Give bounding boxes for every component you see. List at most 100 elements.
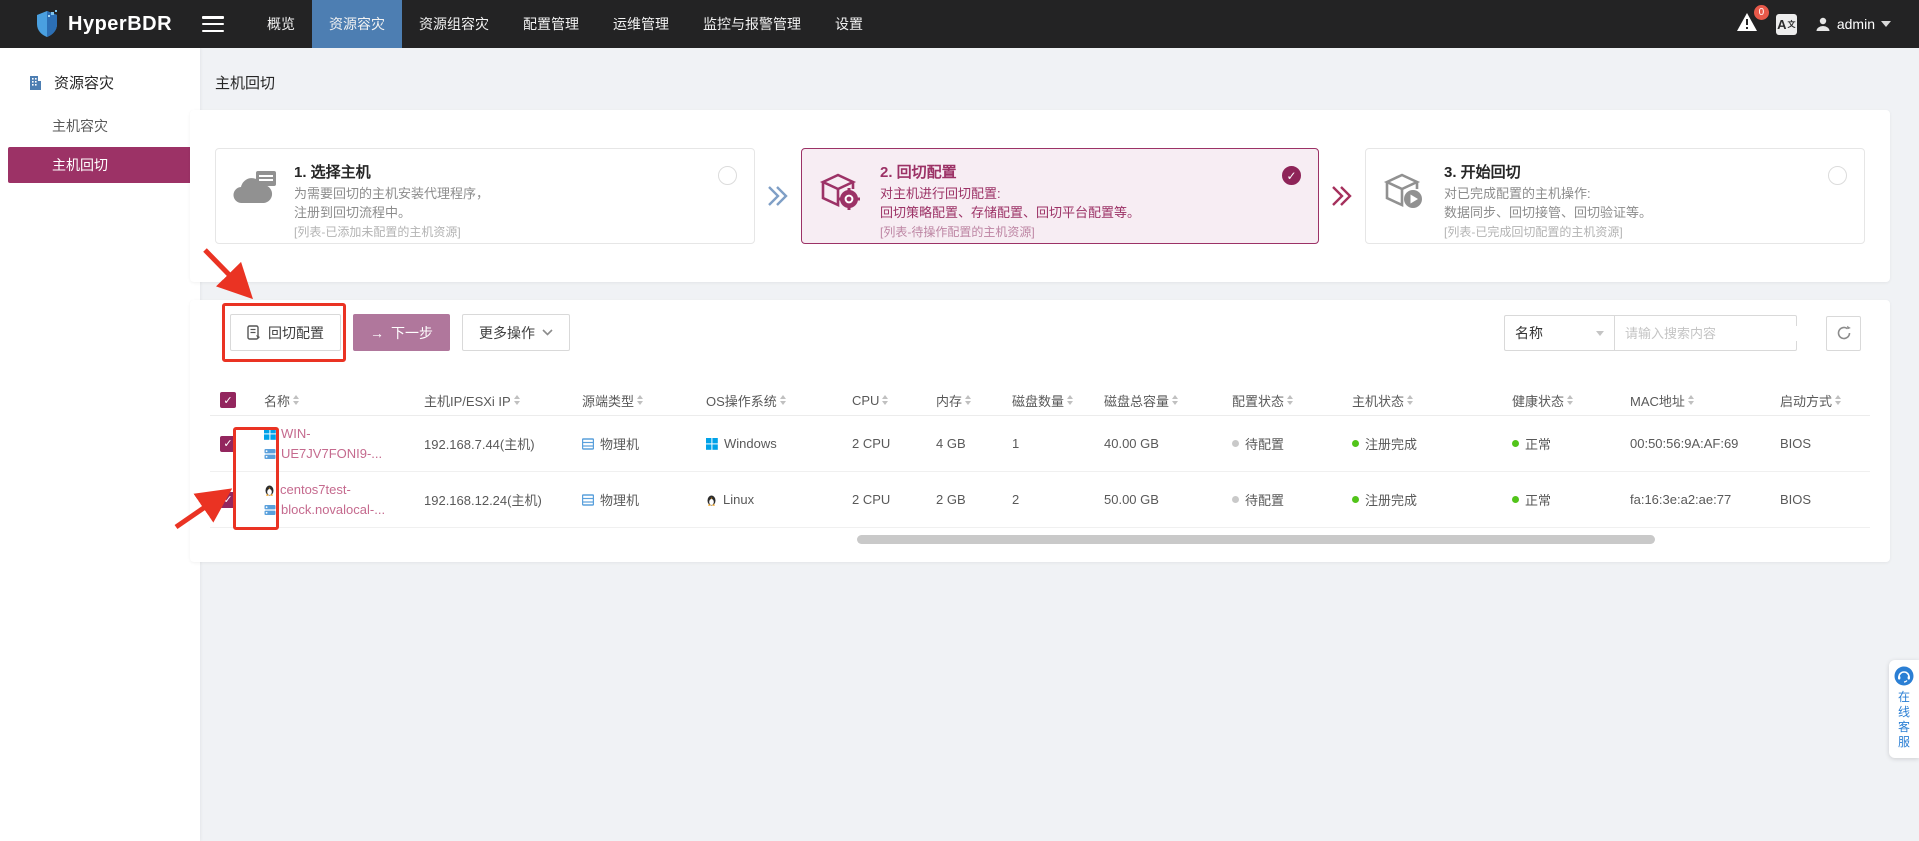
linux-icon [265, 485, 274, 496]
host-ip: 192.168.12.24(主机) [424, 493, 542, 508]
step1-desc-line2: 注册到回切流程中。 [294, 205, 412, 220]
col-boot-mode: 启动方式 [1780, 393, 1833, 409]
disk-total: 50.00 GB [1104, 492, 1159, 507]
sort-icon[interactable] [1407, 395, 1414, 405]
user-caret-icon [1881, 21, 1891, 27]
language-switch-icon[interactable]: A文 [1775, 13, 1797, 35]
failback-config-button[interactable]: 回切配置 [230, 314, 341, 351]
main-nav: 概览 资源容灾 资源组容灾 配置管理 运维管理 监控与报警管理 设置 [250, 0, 880, 48]
select-caret-icon [1596, 330, 1604, 336]
host-table: ✓ 名称 主机IP/ESXi IP 源端类型 OS操作系统 CPU 内存 磁盘数… [210, 385, 1870, 528]
cpu: 2 CPU [852, 492, 891, 507]
cpu: 2 CPU [852, 436, 891, 451]
sort-icon[interactable] [513, 395, 520, 405]
online-service-widget[interactable]: 在线客服 [1889, 660, 1919, 758]
linux-icon [707, 495, 716, 506]
step-card-failback-config[interactable]: 2. 回切配置 对主机进行回切配置: 回切策略配置、存储配置、回切平台配置等。 … [801, 148, 1319, 244]
box-play-icon [1383, 173, 1422, 208]
customer-service-icon [1894, 666, 1914, 686]
menu-toggle-icon[interactable] [202, 16, 225, 32]
horizontal-scrollbar[interactable] [857, 535, 1655, 544]
next-step-button[interactable]: → 下一步 [353, 314, 450, 351]
boot-mode: BIOS [1780, 436, 1812, 451]
search-box [1614, 315, 1801, 351]
nav-item-config-mgmt[interactable]: 配置管理 [506, 0, 596, 48]
host-name-link[interactable]: WIN- [281, 426, 311, 441]
nav-item-overview[interactable]: 概览 [250, 0, 312, 48]
nav-item-ops-mgmt[interactable]: 运维管理 [596, 0, 686, 48]
user-icon [1816, 17, 1830, 31]
col-disk-count: 磁盘数量 [1012, 393, 1065, 409]
table-row-win-host[interactable]: ✓ WIN- UE7JV7FONI9-... 192.168.7.44(主机) … [210, 416, 1870, 472]
col-name: 名称 [264, 393, 291, 409]
status-dot-green [1512, 496, 1519, 503]
sidebar-item-host-dr[interactable]: 主机容灾 [0, 107, 200, 145]
sort-icon[interactable] [965, 395, 972, 405]
nav-item-settings[interactable]: 设置 [818, 0, 880, 48]
os-name: Windows [724, 436, 777, 451]
host-rack-icon [264, 504, 276, 515]
physical-machine-icon [582, 493, 594, 506]
select-all-checkbox[interactable]: ✓ [220, 392, 236, 408]
refresh-button[interactable] [1826, 315, 1861, 351]
host-name-link2[interactable]: UE7JV7FONI9-... [281, 446, 382, 461]
sort-icon[interactable] [1687, 395, 1694, 405]
host-ip: 192.168.7.44(主机) [424, 437, 535, 452]
double-chevron-icon [1332, 186, 1352, 206]
more-actions-button[interactable]: 更多操作 [462, 314, 570, 351]
col-os: OS操作系统 [706, 393, 777, 409]
status-dot-gray [1232, 440, 1239, 447]
source-type: 物理机 [600, 437, 640, 452]
sort-icon[interactable] [293, 395, 300, 405]
physical-machine-icon [582, 437, 594, 450]
disk-count: 1 [1012, 436, 1020, 451]
sort-icon[interactable] [637, 395, 644, 405]
sidebar: 资源容灾 主机容灾 主机回切 [0, 48, 200, 841]
alert-button[interactable]: 0 [1736, 4, 1769, 37]
sort-icon[interactable] [1172, 395, 1179, 405]
step2-desc-line1: 对主机进行回切配置: [880, 186, 1001, 201]
sort-icon[interactable] [1835, 395, 1842, 405]
failback-config-label: 回切配置 [268, 324, 324, 341]
step2-status-circle-checked: ✓ [1282, 166, 1301, 185]
sort-icon[interactable] [779, 395, 786, 405]
config-status: 待配置 [1245, 493, 1285, 508]
row-checkbox[interactable]: ✓ [220, 435, 236, 452]
sidebar-section: 资源容灾 [0, 48, 200, 107]
status-dot-green [1352, 496, 1359, 503]
alert-count-badge: 0 [1753, 4, 1769, 20]
row-checkbox[interactable]: ✓ [220, 491, 236, 508]
col-health-status: 健康状态 [1512, 393, 1565, 409]
nav-item-monitor-alarm[interactable]: 监控与报警管理 [686, 0, 818, 48]
mac-address: 00:50:56:9A:AF:69 [1630, 436, 1739, 451]
sort-icon[interactable] [882, 395, 889, 405]
step3-title: 3. 开始回切 [1444, 164, 1521, 181]
filter-field-select[interactable]: 名称 [1504, 315, 1614, 351]
search-input[interactable] [1625, 325, 1801, 341]
step-card-start-failback[interactable]: 3. 开始回切 对已完成配置的主机操作: 数据同步、回切接管、回切验证等。 [列… [1365, 148, 1865, 244]
config-doc-icon [247, 325, 260, 340]
nav-item-resource-group-dr[interactable]: 资源组容灾 [402, 0, 506, 48]
sort-icon[interactable] [1287, 395, 1294, 405]
sort-icon[interactable] [1067, 395, 1074, 405]
host-name-link2[interactable]: block.novalocal-... [281, 502, 385, 517]
table-row-centos-host[interactable]: ✓ centos7test- block.novalocal-... 192.1… [210, 472, 1870, 528]
arrow-right-icon: → [370, 324, 384, 341]
status-dot-gray [1232, 496, 1239, 503]
windows-icon [706, 437, 718, 450]
sort-icon[interactable] [1567, 395, 1574, 405]
step-card-select-host[interactable]: 1. 选择主机 为需要回切的主机安装代理程序， 注册到回切流程中。 [列表-已添… [215, 148, 755, 244]
chevron-down-icon [542, 329, 553, 336]
host-name-link[interactable]: centos7test- [280, 482, 351, 497]
brand-logo[interactable]: HyperBDR [0, 10, 192, 38]
step1-desc-line1: 为需要回切的主机安装代理程序， [294, 186, 490, 201]
filter-field-value: 名称 [1515, 325, 1543, 341]
sidebar-item-host-failback[interactable]: 主机回切 [8, 147, 192, 183]
step1-status-circle [718, 166, 737, 185]
step2-title: 2. 回切配置 [880, 164, 957, 181]
user-menu[interactable]: admin [1815, 16, 1891, 32]
top-navbar: HyperBDR 概览 资源容灾 资源组容灾 配置管理 运维管理 监控与报警管理… [0, 0, 1919, 48]
col-mac: MAC地址 [1630, 393, 1685, 409]
col-cpu: CPU [852, 392, 880, 408]
nav-item-resource-dr[interactable]: 资源容灾 [312, 0, 403, 48]
